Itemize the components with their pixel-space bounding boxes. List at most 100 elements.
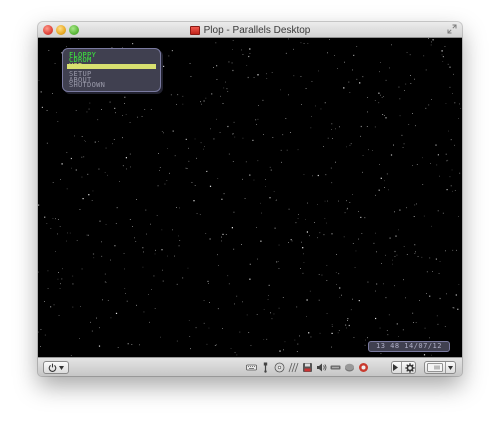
star [374,100,376,101]
star [46,110,48,111]
star [107,174,108,176]
star [207,280,209,282]
star [275,200,277,201]
star [167,148,168,149]
power-button[interactable] [43,361,69,374]
star [410,75,411,76]
star [349,144,351,146]
star [70,38,71,40]
star [130,166,131,168]
network-icon[interactable] [330,362,341,373]
star [358,300,360,302]
fullscreen-icon[interactable] [447,24,457,34]
sound-icon[interactable] [316,362,327,373]
star [343,236,345,238]
star [347,318,349,320]
star [86,234,88,236]
star [203,100,205,102]
star [421,256,423,258]
star [246,65,248,66]
star [335,128,336,130]
star [157,185,159,187]
gear-icon[interactable] [404,362,415,373]
star [302,247,304,249]
star [233,121,235,123]
keyboard-icon[interactable] [246,362,257,373]
title-bar[interactable]: Plop - Parallels Desktop [38,22,462,38]
star [38,271,39,273]
star [385,297,387,299]
star [190,76,192,77]
star [331,326,333,327]
star [296,306,298,308]
settings-control[interactable] [391,361,416,374]
star [368,149,369,151]
star [233,211,235,213]
star [348,324,350,327]
star [122,137,123,139]
save-icon[interactable] [302,362,313,373]
floppy-icon[interactable] [288,362,299,373]
star [361,233,363,234]
disk-icon[interactable] [344,362,355,373]
star [360,216,362,218]
star [75,169,77,171]
star [414,244,416,246]
star [327,137,329,139]
star [449,66,451,68]
star [331,182,333,184]
stop-icon[interactable] [358,362,369,373]
star [266,73,267,75]
star [391,44,392,46]
star [323,234,325,236]
star [325,174,327,176]
usb-icon[interactable] [260,362,271,373]
star [303,262,305,263]
star [209,302,210,303]
star [114,245,116,247]
star [200,101,201,103]
star [451,169,453,171]
star [61,278,63,280]
star [446,189,448,191]
star [222,328,223,329]
star [406,254,408,255]
star [306,316,307,317]
boot-item-shutdown[interactable]: SHUTDOWN [63,81,160,89]
star [380,94,381,96]
star [344,212,346,214]
star [81,268,83,270]
play-icon[interactable] [392,364,398,371]
star [92,253,95,255]
parallels-window: Plop - Parallels Desktop FLOPPY CDROM US… [38,22,462,376]
vm-screen[interactable]: FLOPPY CDROM USB SETUP ABOUT SHUTDOWN 13… [38,38,462,357]
star [380,353,382,354]
star [416,203,417,205]
star [386,173,388,175]
star [436,164,438,166]
star [384,180,385,182]
star [79,209,81,210]
star [278,244,280,246]
star [398,229,399,231]
star [458,118,459,119]
star [276,261,278,263]
star [311,116,312,117]
star [362,76,364,78]
star [206,171,207,172]
star [447,63,449,65]
star [412,113,413,114]
star [378,102,380,104]
view-mode-button[interactable] [424,361,456,374]
star [348,81,350,83]
star [305,88,307,89]
star [453,307,455,309]
star [236,354,238,356]
star [362,155,364,156]
cd-icon[interactable] [274,362,285,373]
status-bar [38,357,462,376]
star [394,250,396,253]
star [454,190,456,191]
star [99,327,100,329]
star [38,204,40,206]
